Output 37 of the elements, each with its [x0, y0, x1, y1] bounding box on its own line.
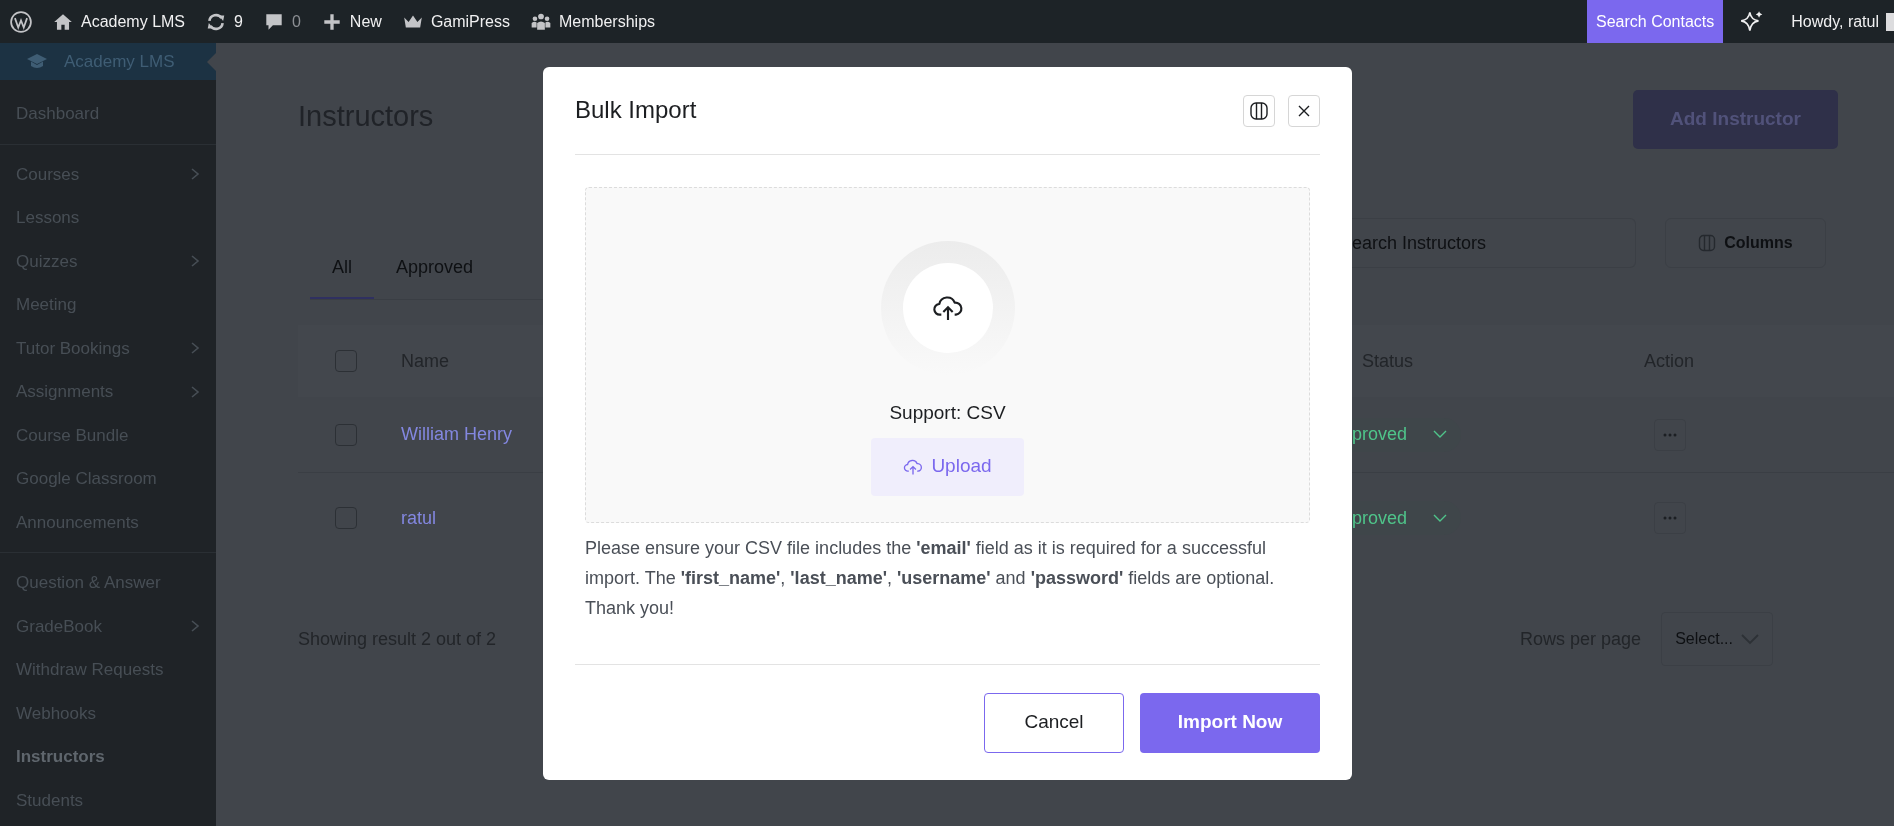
toolbar-link[interactable]: 0 [291, 9, 301, 34]
graduation-cap-icon [26, 52, 48, 71]
close-icon [1297, 103, 1311, 118]
supported-format-text: Support: CSV [889, 401, 1006, 425]
tab[interactable]: All [310, 254, 374, 299]
instructor-name-link[interactable]: William Henry [401, 421, 512, 448]
instructor-name-link[interactable]: ratul [401, 504, 436, 532]
greeting-text[interactable]: Howdy, ratul [1791, 9, 1879, 34]
chevron-down-icon [1433, 430, 1448, 439]
toolbar-link[interactable]: Memberships [559, 9, 656, 34]
upload-button[interactable]: Upload [871, 437, 1024, 496]
tab[interactable]: Approved [374, 254, 496, 299]
sidebar-pointer [207, 53, 216, 71]
close-button[interactable] [1288, 94, 1320, 127]
import-now-button[interactable]: Import Now [1140, 692, 1320, 753]
columns-button[interactable]: Columns [1665, 218, 1826, 268]
avatar-image [1886, 12, 1894, 31]
more-icon [1663, 516, 1678, 520]
toolbar-link[interactable]: 9 [234, 9, 243, 34]
sidebar-item[interactable]: Instructors [16, 744, 105, 770]
dialog-title: Bulk Import [575, 96, 698, 125]
toolbar-link[interactable]: New [349, 9, 382, 34]
more-icon [1663, 432, 1678, 437]
import-instructions-text: Please ensure your CSV file includes the 'email' field as it is required for a successful import. The 'first_name', 'last_name', 'username' and 'password' fields are optional. Thank you! [585, 537, 1276, 620]
rows-per-page-select[interactable]: Select... [1661, 612, 1774, 666]
toolbar-link[interactable]: GamiPress [430, 9, 510, 34]
chevron-down-icon [1433, 513, 1448, 523]
toolbar-link[interactable]: Academy LMS [81, 9, 186, 34]
checkbox[interactable] [335, 350, 357, 372]
columns-icon [1249, 100, 1269, 121]
cancel-button[interactable]: Cancel [984, 692, 1124, 753]
search-field[interactable]: earch Instructors [1352, 218, 1636, 268]
search-contacts-button[interactable]: Search Contacts [1587, 0, 1724, 43]
columns-icon [1698, 234, 1717, 252]
layout-button[interactable] [1243, 94, 1275, 127]
logo-icon[interactable] [10, 10, 32, 33]
drop-zone[interactable]: Support: CSV Upload [585, 187, 1310, 523]
